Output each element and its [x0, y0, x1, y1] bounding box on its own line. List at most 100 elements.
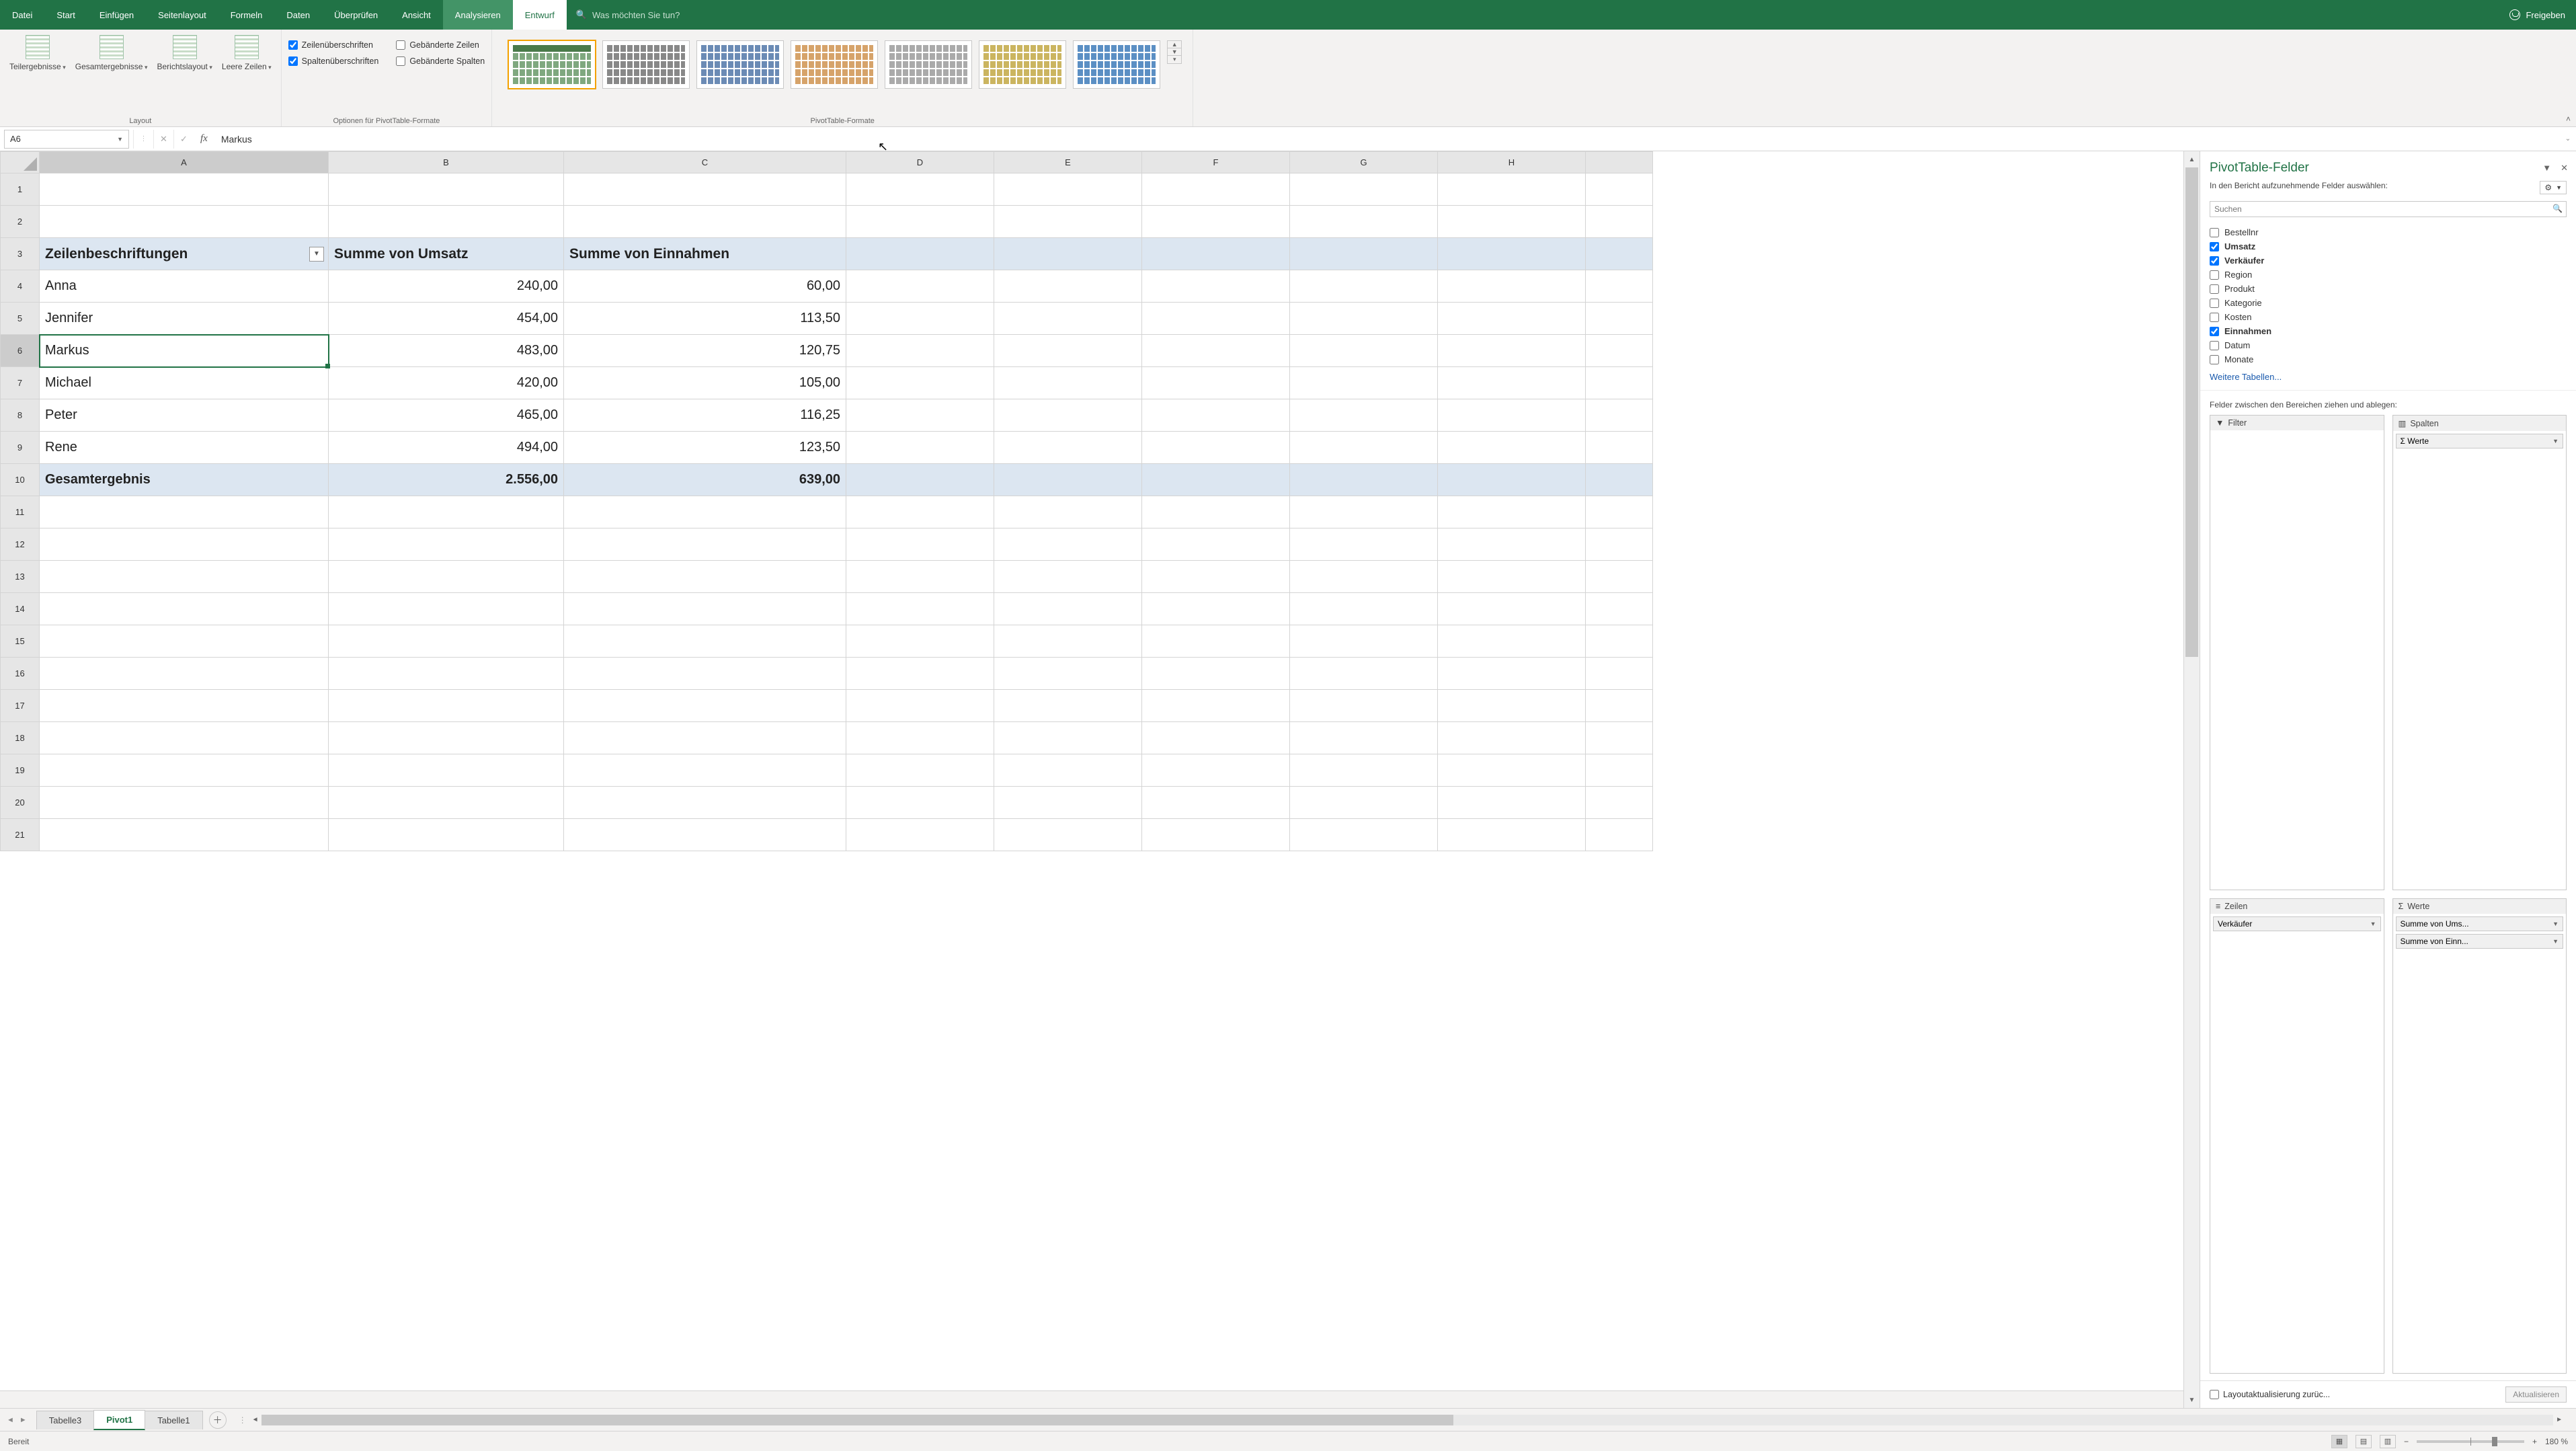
panel-dropdown-icon[interactable]: ▼ [2542, 163, 2551, 173]
row-header[interactable]: 2 [1, 206, 40, 238]
field-label[interactable]: Monate [2224, 354, 2253, 364]
grandtotals-button[interactable]: Gesamtergebnisse [73, 34, 151, 73]
horizontal-scrollbar[interactable] [0, 1390, 2183, 1408]
area-values[interactable]: ΣWerte Summe von Ums...▼ Summe von Einn.… [2392, 898, 2567, 1374]
view-pagebreak-button[interactable]: ▥ [2380, 1435, 2396, 1448]
hscroll-left-icon[interactable]: ◄ [252, 1416, 259, 1423]
row-header[interactable]: 13 [1, 561, 40, 593]
cell[interactable]: 123,50 [564, 432, 846, 464]
style-gallery-scroll[interactable]: ▲▼▾ [1167, 40, 1182, 64]
cell[interactable]: 105,00 [564, 367, 846, 399]
scroll-up-icon[interactable]: ▲ [2184, 151, 2200, 167]
chk-banded-cols[interactable]: Gebänderte Spalten [396, 56, 485, 66]
tell-me-search[interactable]: 🔍 Was möchten Sie tun? [567, 0, 690, 30]
tab-daten[interactable]: Daten [274, 0, 322, 30]
sheet-tab[interactable]: Tabelle3 [36, 1411, 94, 1429]
defer-layout-checkbox[interactable]: Layoutaktualisierung zurüc... [2210, 1390, 2330, 1399]
col-header-G[interactable]: G [1290, 152, 1438, 173]
field-label[interactable]: Produkt [2224, 284, 2255, 294]
row-header[interactable]: 18 [1, 722, 40, 754]
cell[interactable]: 465,00 [329, 399, 564, 432]
row-header[interactable]: 11 [1, 496, 40, 528]
gallery-up-icon[interactable]: ▲ [1168, 41, 1181, 48]
area-rows[interactable]: ≡Zeilen Verkäufer▼ [2210, 898, 2384, 1374]
style-thumb-6[interactable] [979, 40, 1066, 89]
horizontal-scrollbar[interactable] [261, 1415, 2554, 1425]
name-box[interactable]: A6▼ [4, 130, 129, 149]
gallery-more-icon[interactable]: ▾ [1168, 56, 1181, 63]
row-header[interactable]: 17 [1, 690, 40, 722]
share-button[interactable]: Freigeben [2499, 0, 2576, 30]
field-label[interactable]: Kategorie [2224, 298, 2262, 308]
tab-datei[interactable]: Datei [0, 0, 44, 30]
row-header[interactable]: 21 [1, 819, 40, 851]
search-input[interactable] [2210, 201, 2567, 217]
zoom-level[interactable]: 180 % [2545, 1437, 2568, 1446]
tab-nav-first[interactable]: ◄ [7, 1416, 14, 1424]
row-header[interactable]: 12 [1, 528, 40, 561]
chk-banded-rows[interactable]: Gebänderte Zeilen [396, 40, 485, 50]
col-header-A[interactable]: A [40, 152, 329, 173]
zoom-slider[interactable] [2417, 1440, 2524, 1443]
tab-analysieren[interactable]: Analysieren [443, 0, 513, 30]
style-thumb-1[interactable] [508, 40, 596, 89]
row-header[interactable]: 19 [1, 754, 40, 787]
col-header-E[interactable]: E [994, 152, 1142, 173]
cell[interactable]: 116,25 [564, 399, 846, 432]
panel-tools-button[interactable]: ⚙▼ [2540, 181, 2567, 194]
select-all-corner[interactable] [1, 152, 40, 173]
cell[interactable]: 483,00 [329, 335, 564, 367]
col-header-C[interactable]: C [564, 152, 846, 173]
row-header[interactable]: 5 [1, 303, 40, 335]
grid[interactable]: A B C D E F G H 1 2 3 Zeilenbeschriftung… [0, 151, 1653, 851]
pivot-rowlabel-header[interactable]: Zeilenbeschriftungen▼ [40, 238, 329, 270]
view-normal-button[interactable]: ▦ [2331, 1435, 2347, 1448]
filter-dropdown-icon[interactable]: ▼ [309, 247, 324, 262]
gallery-down-icon[interactable]: ▼ [1168, 48, 1181, 56]
field-search[interactable]: 🔍 [2210, 201, 2567, 217]
tab-einfuegen[interactable]: Einfügen [87, 0, 146, 30]
field-label[interactable]: Datum [2224, 340, 2250, 350]
tab-formeln[interactable]: Formeln [218, 0, 275, 30]
cell[interactable]: Peter [40, 399, 329, 432]
zoom-thumb[interactable] [2492, 1437, 2497, 1446]
sheet-tab-active[interactable]: Pivot1 [93, 1410, 145, 1430]
area-pill[interactable]: Verkäufer▼ [2213, 916, 2381, 931]
tab-seitenlayout[interactable]: Seitenlayout [146, 0, 218, 30]
field-checkbox[interactable] [2210, 355, 2219, 364]
col-header-F[interactable]: F [1142, 152, 1290, 173]
chk-col-headers[interactable]: Spaltenüberschriften [288, 56, 379, 66]
area-filter[interactable]: ▼Filter [2210, 415, 2384, 890]
field-label[interactable]: Umsatz [2224, 241, 2255, 251]
field-checkbox[interactable] [2210, 341, 2219, 350]
area-columns[interactable]: ▥Spalten Σ Werte▼ [2392, 415, 2567, 890]
field-label[interactable]: Bestellnr [2224, 227, 2259, 237]
tab-nav-prev[interactable]: ► [19, 1416, 27, 1424]
row-header[interactable]: 10 [1, 464, 40, 496]
formula-input[interactable]: Markus [214, 134, 2560, 145]
formula-expand-button[interactable]: ⌄ [2560, 135, 2576, 143]
close-icon[interactable]: ✕ [2561, 163, 2568, 173]
active-cell[interactable]: Markus [40, 335, 329, 367]
tab-start[interactable]: Start [44, 0, 87, 30]
row-header[interactable]: 20 [1, 787, 40, 819]
row-header[interactable]: 6 [1, 335, 40, 367]
accept-formula-button[interactable]: ✓ [173, 130, 194, 149]
field-checkbox[interactable] [2210, 256, 2219, 266]
cell[interactable]: 420,00 [329, 367, 564, 399]
view-pagelayout-button[interactable]: ▤ [2356, 1435, 2372, 1448]
cell[interactable]: Michael [40, 367, 329, 399]
reportlayout-button[interactable]: Berichtslayout [155, 34, 215, 73]
cell[interactable]: 454,00 [329, 303, 564, 335]
fx-icon[interactable]: fx [194, 133, 214, 145]
field-checkbox[interactable] [2210, 299, 2219, 308]
zoom-in-button[interactable]: + [2532, 1437, 2537, 1446]
chevron-down-icon[interactable]: ▼ [117, 136, 123, 143]
hscroll-thumb[interactable] [261, 1415, 1453, 1425]
cell[interactable]: 120,75 [564, 335, 846, 367]
ribbon-collapse-button[interactable]: ˄ [2566, 114, 2571, 124]
cell[interactable]: 60,00 [564, 270, 846, 303]
cell[interactable]: 494,00 [329, 432, 564, 464]
zoom-out-button[interactable]: − [2404, 1437, 2409, 1446]
blankrows-button[interactable]: Leere Zeilen [219, 34, 274, 73]
